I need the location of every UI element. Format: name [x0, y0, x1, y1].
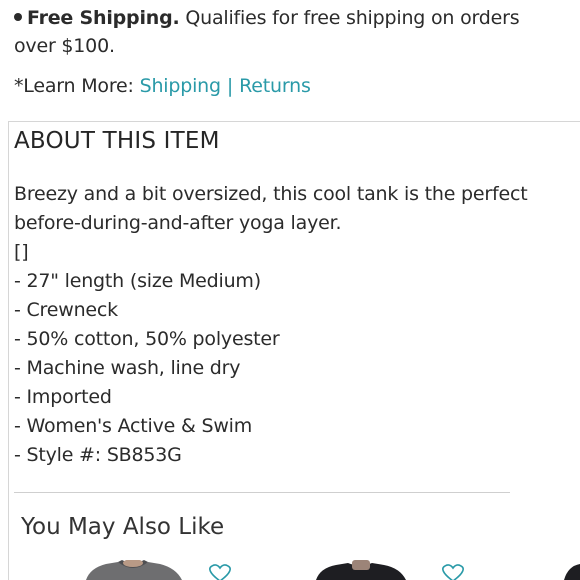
about-section-title: ABOUT THIS ITEM — [14, 128, 220, 154]
product-thumbnail[interactable] — [556, 560, 580, 580]
product-thumbnail[interactable] — [78, 560, 188, 580]
recommendations-title: You May Also Like — [21, 514, 225, 540]
detail-line: - 50% cotton, 50% polyester — [14, 328, 280, 350]
free-shipping-title: Free Shipping. — [27, 7, 180, 29]
heart-icon[interactable] — [205, 563, 235, 580]
detail-line: - Crewneck — [14, 299, 118, 321]
recommendations-divider — [14, 492, 510, 493]
item-description: Breezy and a bit oversized, this cool ta… — [14, 180, 564, 470]
detail-line: - Style #: SB853G — [14, 444, 182, 466]
free-shipping-notice: Free Shipping. Qualifies for free shippi… — [14, 4, 566, 60]
section-divider-left — [8, 121, 9, 580]
section-divider-top — [8, 121, 580, 122]
detail-line: - Machine wash, line dry — [14, 357, 241, 379]
learn-more-label: *Learn More: — [14, 75, 134, 97]
detail-line: - Women's Active & Swim — [14, 415, 253, 437]
link-separator: | — [226, 75, 234, 97]
bullet-icon — [14, 13, 22, 21]
detail-line: - 27" length (size Medium) — [14, 270, 261, 292]
returns-link[interactable]: Returns — [239, 75, 311, 97]
description-text: Breezy and a bit oversized, this cool ta… — [14, 183, 528, 234]
detail-line: - Imported — [14, 386, 112, 408]
learn-more: *Learn More: Shipping | Returns — [14, 73, 311, 99]
shipping-link[interactable]: Shipping — [140, 75, 221, 97]
placeholder-glyph: [] — [14, 241, 29, 263]
product-thumbnail[interactable] — [312, 560, 412, 580]
heart-icon[interactable] — [438, 563, 468, 580]
